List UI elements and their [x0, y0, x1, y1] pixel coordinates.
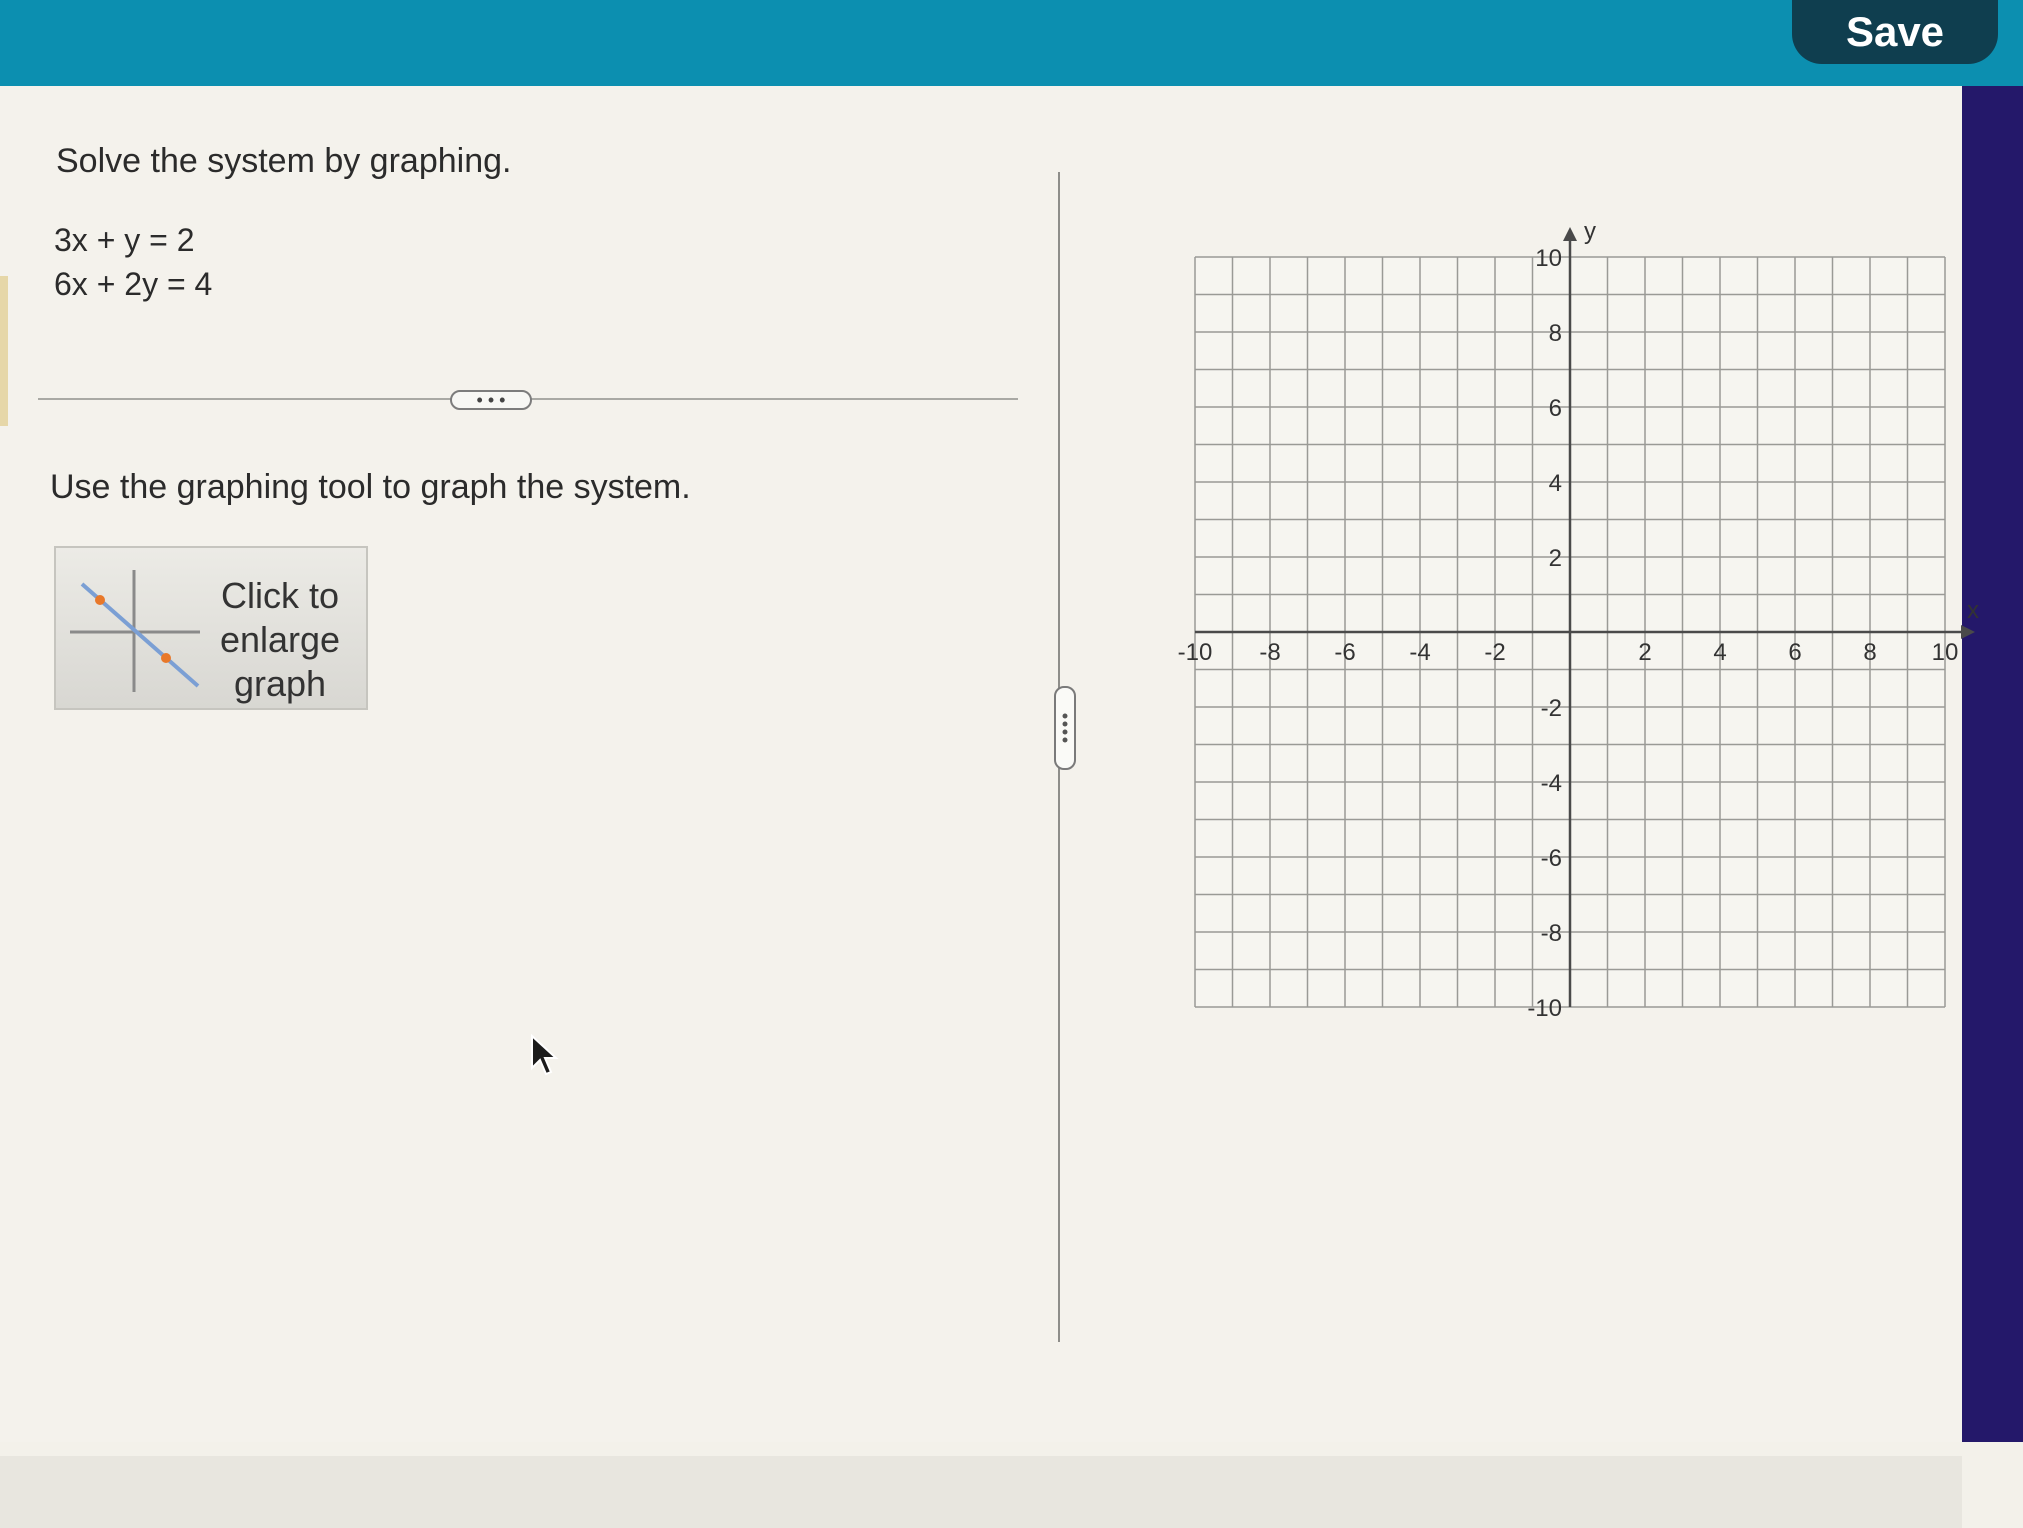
y-tick-label: -10 [1527, 995, 1562, 1022]
mouse-pointer-icon [531, 1034, 559, 1076]
graph-thumbnail-icon [70, 570, 200, 692]
coordinate-plane[interactable]: x y -10 -8 -6 -4 -2 2 4 6 8 10 10 8 6 4 2 -2 -4 -6 -8 -10 [1160, 212, 2000, 1092]
expand-more-button[interactable]: • • • [450, 390, 532, 410]
footer-band [0, 1456, 1962, 1528]
x-tick-label: 4 [1713, 639, 1726, 666]
enlarge-graph-label: Click to enlarge graph [219, 575, 341, 704]
top-bar: Save [0, 0, 2023, 86]
x-tick-label: 10 [1932, 639, 1959, 666]
graphing-instruction: Use the graphing tool to graph the syste… [50, 468, 691, 506]
x-tick-label: -10 [1178, 639, 1213, 666]
question-area: Solve the system by graphing. 3x + y = 2… [0, 86, 1979, 1528]
equation-2: 6x + 2y = 4 [54, 266, 213, 302]
y-tick-label: 6 [1549, 395, 1562, 422]
question-instruction: Solve the system by graphing. [56, 142, 512, 180]
y-axis-arrow-icon [1563, 227, 1577, 241]
x-tick-label: 6 [1788, 639, 1801, 666]
panel-resize-handle[interactable] [1054, 686, 1076, 770]
y-tick-label: 8 [1549, 320, 1562, 347]
x-tick-label: -8 [1259, 639, 1280, 666]
x-tick-label: -4 [1409, 639, 1430, 666]
x-tick-label: -6 [1334, 639, 1355, 666]
y-axis-label: y [1584, 218, 1596, 245]
x-tick-label: 2 [1638, 639, 1651, 666]
y-tick-label: -2 [1541, 695, 1562, 722]
left-accent-stripe [0, 276, 8, 426]
y-tick-label: -4 [1541, 770, 1562, 797]
drag-dots-icon [1062, 713, 1068, 743]
x-axis-label: x [1967, 597, 1979, 624]
x-tick-label: -2 [1484, 639, 1505, 666]
x-axis-arrow-icon [1961, 625, 1975, 639]
graph-canvas[interactable]: x y -10 -8 -6 -4 -2 2 4 6 8 10 10 8 6 4 2 -2 -4 -6 -8 -10 [1160, 212, 2000, 1092]
equation-1: 3x + y = 2 [54, 222, 195, 258]
y-tick-label: -8 [1541, 920, 1562, 947]
save-button[interactable]: Save [1792, 0, 1998, 64]
y-tick-label: 2 [1549, 545, 1562, 572]
y-tick-label: -6 [1541, 845, 1562, 872]
y-tick-label: 10 [1535, 245, 1562, 272]
y-tick-label: 4 [1549, 470, 1562, 497]
x-tick-label: 8 [1863, 639, 1876, 666]
enlarge-graph-button[interactable]: Click to enlarge graph [54, 546, 368, 710]
